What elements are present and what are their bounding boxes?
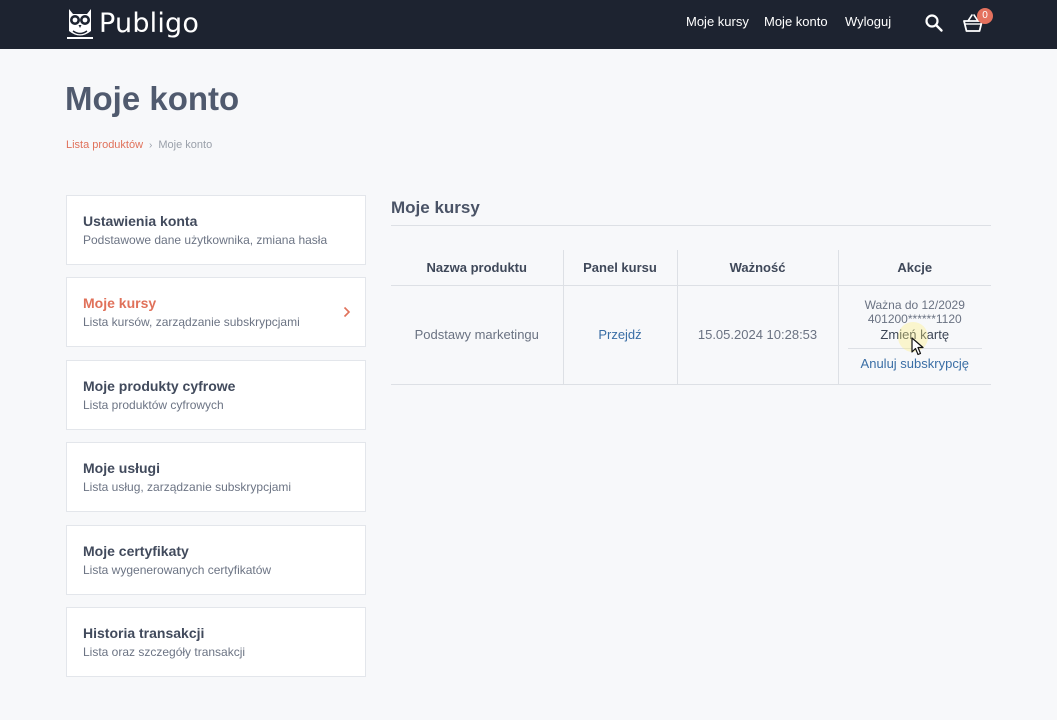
column-header-product: Nazwa produktu — [391, 250, 563, 286]
sidebar-item-subtitle: Lista oraz szczegóły transakcji — [83, 645, 246, 659]
sidebar-item-subtitle: Lista usług, zarządzanie subskrypcjami — [83, 480, 292, 494]
mouse-pointer-icon — [911, 337, 924, 356]
cancel-subscription-link[interactable]: Anuluj subskrypcję — [839, 356, 992, 371]
column-header-actions: Akcje — [837, 250, 991, 286]
nav-moje-konto[interactable]: Moje konto — [764, 14, 828, 29]
owl-logo-icon — [67, 9, 93, 39]
sidebar-item-ustawienia-konta[interactable]: Ustawienia konta Podstawowe dane użytkow… — [66, 195, 366, 265]
breadcrumb-current: Moje konto — [158, 139, 213, 151]
search-icon[interactable] — [924, 13, 944, 33]
sidebar-item-subtitle: Podstawowe dane użytkownika, zmiana hasł… — [83, 233, 328, 247]
sidebar-item-moje-kursy[interactable]: Moje kursy Lista kursów, zarządzanie sub… — [66, 277, 366, 347]
sidebar-item-subtitle: Lista produktów cyfrowych — [83, 398, 224, 412]
cell-product-name: Podstawy marketingu — [391, 285, 563, 385]
sidebar-item-moje-certyfikaty[interactable]: Moje certyfikaty Lista wygenerowanych ce… — [66, 525, 366, 595]
breadcrumb-link-products[interactable]: Lista produktów — [66, 139, 143, 151]
logo-text: Publigo — [99, 7, 200, 39]
breadcrumb-chevron-icon: › — [149, 139, 153, 151]
sidebar-item-title: Moje kursy — [83, 295, 157, 311]
table-header-row: Nazwa produktu Panel kursu Ważność Akcje — [391, 250, 991, 286]
sidebar-item-title: Moje certyfikaty — [83, 543, 189, 559]
sidebar-item-title: Ustawienia konta — [83, 213, 198, 229]
logo[interactable]: Publigo — [65, 5, 199, 41]
cell-panel: Przejdź — [562, 285, 677, 385]
sidebar-item-subtitle: Lista kursów, zarządzanie subskrypcjami — [83, 315, 300, 329]
sidebar-item-title: Moje usługi — [83, 460, 160, 476]
sidebar-item-historia-transakcji[interactable]: Historia transakcji Lista oraz szczegóły… — [66, 607, 366, 677]
chevron-right-icon — [343, 306, 351, 318]
section-title: Moje kursy — [391, 198, 480, 217]
top-navbar: Publigo Moje kursy Moje konto Wyloguj 0 — [0, 0, 1057, 49]
sidebar-item-moje-produkty-cyfrowe[interactable]: Moje produkty cyfrowe Lista produktów cy… — [66, 360, 366, 430]
card-valid-until: Ważna do 12/2029 — [864, 298, 965, 312]
page-title: Moje konto — [65, 80, 240, 117]
courses-table: Nazwa produktu Panel kursu Ważność Akcje… — [391, 250, 991, 385]
course-panel-link[interactable]: Przejdź — [598, 327, 641, 342]
sidebar-item-subtitle: Lista wygenerowanych certyfikatów — [83, 563, 272, 577]
column-header-validity: Ważność — [676, 250, 838, 286]
sidebar-item-title: Historia transakcji — [83, 625, 205, 641]
cell-validity: 15.05.2024 10:28:53 — [676, 285, 838, 385]
cart-count-badge: 0 — [977, 8, 993, 24]
sidebar-item-moje-uslugi[interactable]: Moje usługi Lista usług, zarządzanie sub… — [66, 442, 366, 512]
column-header-panel: Panel kursu — [562, 250, 677, 286]
nav-wyloguj[interactable]: Wyloguj — [845, 14, 891, 29]
sidebar-item-title: Moje produkty cyfrowe — [83, 378, 236, 394]
divider — [391, 225, 991, 226]
breadcrumb: Lista produktów › Moje konto — [66, 139, 212, 151]
nav-moje-kursy[interactable]: Moje kursy — [686, 14, 749, 29]
